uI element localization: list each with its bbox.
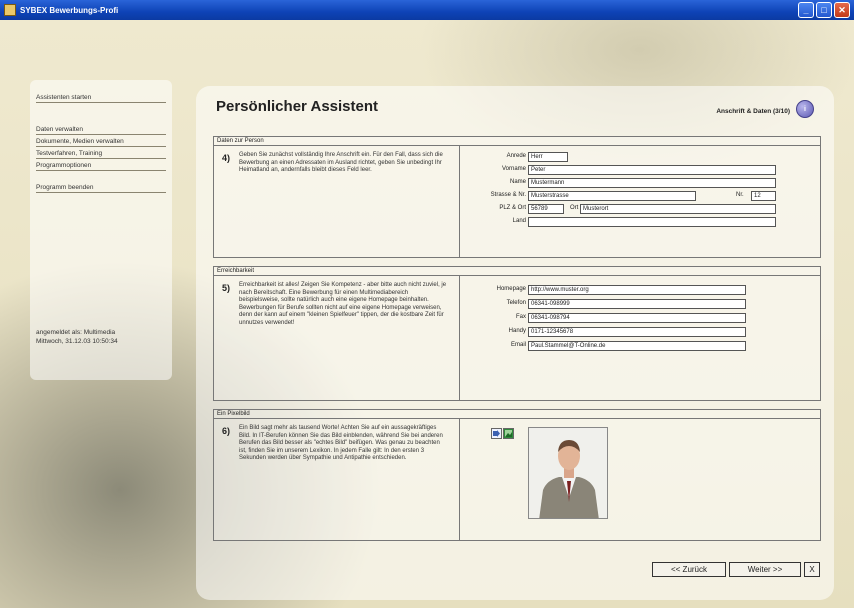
sidebar-item-beenden[interactable]: Programm beenden xyxy=(36,184,166,193)
status-datetime: Mittwoch, 31.12.03 10:50:34 xyxy=(36,338,118,345)
person-description: Geben Sie zunächst vollständig Ihre Ansc… xyxy=(239,152,443,173)
plz-field[interactable]: 56789 xyxy=(528,204,564,214)
person-step-number: 4) xyxy=(222,153,231,163)
main-panel: Persönlicher Assistent Anschrift & Daten… xyxy=(196,86,834,600)
image-icon[interactable] xyxy=(503,428,514,439)
picture-legend: Ein Pixelbild xyxy=(214,410,820,419)
land-field[interactable] xyxy=(528,217,776,227)
email-field[interactable]: Paul.Stammel@T-Online.de xyxy=(528,341,746,351)
applicant-photo xyxy=(528,427,608,519)
app-icon xyxy=(4,4,16,16)
page-title: Persönlicher Assistent xyxy=(216,98,379,115)
picture-step-number: 6) xyxy=(222,426,231,436)
info-icon[interactable]: i xyxy=(796,100,814,118)
next-button[interactable]: Weiter >> xyxy=(729,562,801,577)
vorname-label: Vorname xyxy=(501,166,526,172)
land-label: Land xyxy=(512,218,526,224)
sidebar-item-programmoptionen[interactable]: Programmoptionen xyxy=(36,162,166,171)
window-title: SYBEX Bewerbungs-Profi xyxy=(20,5,119,15)
person-group: Daten zur Person 4) Geben Sie zunächst v… xyxy=(213,136,821,258)
nr-field[interactable]: 12 xyxy=(751,191,776,201)
homepage-label: Homepage xyxy=(496,286,526,292)
close-button[interactable]: X xyxy=(804,562,820,577)
handy-label: Handy xyxy=(508,328,526,334)
login-status: angemeldet als: Multimedia Mittwoch, 31.… xyxy=(36,328,170,346)
back-button[interactable]: << Zurück xyxy=(652,562,726,577)
contact-step-number: 5) xyxy=(222,283,231,293)
group-divider xyxy=(459,276,460,400)
strasse-field[interactable]: Musterstrasse xyxy=(528,191,696,201)
close-window-button[interactable]: ✕ xyxy=(834,2,850,18)
contact-group: Erreichbarkeit 5) Erreichbarkeit ist all… xyxy=(213,266,821,401)
ort-field[interactable]: Musterort xyxy=(580,204,776,214)
strasse-label: Strasse & Nr. xyxy=(490,192,526,198)
minimize-button[interactable]: _ xyxy=(798,2,814,18)
background: Assistenten starten Daten verwalten Doku… xyxy=(0,20,854,608)
fax-field[interactable]: 06341-098794 xyxy=(528,313,746,323)
contact-description: Erreichbarkeit ist alles! Zeigen Sie Kom… xyxy=(239,282,447,326)
telefon-label: Telefon xyxy=(506,300,526,306)
sidebar: Assistenten starten Daten verwalten Doku… xyxy=(30,80,172,380)
name-label: Name xyxy=(509,179,526,185)
name-field[interactable]: Mustermann xyxy=(528,178,776,188)
group-divider xyxy=(459,419,460,540)
sidebar-item-daten[interactable]: Daten verwalten xyxy=(36,126,166,135)
person-legend: Daten zur Person xyxy=(214,137,820,146)
picture-description: Ein Bild sagt mehr als tausend Worte! Ac… xyxy=(239,425,443,461)
anrede-label: Anrede xyxy=(506,153,526,159)
homepage-field[interactable]: http://www.muster.org xyxy=(528,285,746,295)
sidebar-item-assistenten[interactable]: Assistenten starten xyxy=(36,94,166,103)
window-controls: _ □ ✕ xyxy=(798,2,850,18)
step-label: Anschrift & Daten (3/10) xyxy=(716,108,790,115)
sidebar-item-dokumente[interactable]: Dokumente, Medien verwalten xyxy=(36,138,166,147)
fax-label: Fax xyxy=(515,314,526,320)
telefon-field[interactable]: 06341-098999 xyxy=(528,299,746,309)
plz-label: PLZ & Ort xyxy=(499,205,526,211)
load-image-icon[interactable] xyxy=(491,428,502,439)
title-bar: SYBEX Bewerbungs-Profi _ □ ✕ xyxy=(0,0,854,20)
anrede-field[interactable]: Herr xyxy=(528,152,568,162)
sidebar-item-testverfahren[interactable]: Testverfahren, Training xyxy=(36,150,166,159)
maximize-button[interactable]: □ xyxy=(816,2,832,18)
nr-label: Nr. xyxy=(736,192,744,198)
status-user: angemeldet als: Multimedia xyxy=(36,329,116,336)
vorname-field[interactable]: Peter xyxy=(528,165,776,175)
ort-label: Ort xyxy=(570,205,579,211)
contact-legend: Erreichbarkeit xyxy=(214,267,820,276)
email-label: Email xyxy=(510,342,526,348)
handy-field[interactable]: 0171-12345678 xyxy=(528,327,746,337)
picture-group: Ein Pixelbild 6) Ein Bild sagt mehr als … xyxy=(213,409,821,541)
group-divider xyxy=(459,146,460,257)
